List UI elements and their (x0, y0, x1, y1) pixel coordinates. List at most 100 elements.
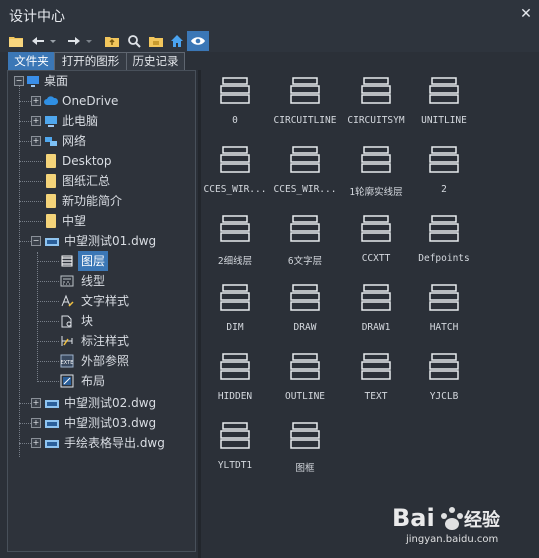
folder-tree[interactable]: − 桌面 + OneDrive + 此电脑 + 网络 Desktop 图纸汇总 … (7, 70, 196, 552)
tree-label: 新功能简介 (62, 194, 123, 208)
tree-row-network[interactable]: + 网络 (8, 131, 195, 151)
layer-name: HIDDEN (217, 391, 253, 402)
layer-item[interactable]: YJCLB (408, 346, 480, 402)
tree-label: 标注样式 (81, 334, 130, 348)
tree-row-desktop[interactable]: − 桌面 (8, 71, 195, 91)
folder-icon (46, 214, 56, 228)
layer-item[interactable]: Defpoints (408, 208, 480, 264)
tree-label: 块 (81, 314, 94, 328)
preview-toggle-button[interactable] (187, 31, 209, 51)
layer-item[interactable]: DIM (199, 277, 271, 333)
back-icon[interactable] (30, 33, 46, 49)
dwg-icon (45, 440, 59, 448)
tree-row-dimstyles[interactable]: 标注样式 (8, 331, 195, 351)
layer-item[interactable]: CCES_WIR... (269, 139, 341, 195)
layer-item[interactable]: DRAW1 (340, 277, 412, 333)
layer-item[interactable]: HIDDEN (199, 346, 271, 402)
layer-icon (429, 353, 459, 380)
tree-label: 中望测试03.dwg (64, 416, 157, 430)
layer-item[interactable]: TEXT (340, 346, 412, 402)
layer-icon (429, 146, 459, 173)
tree-row-test02-dwg[interactable]: + 中望测试02.dwg (8, 393, 195, 413)
tree-label: 布局 (81, 374, 106, 388)
expand-icon[interactable]: + (31, 418, 41, 428)
forward-dropdown-icon[interactable] (84, 33, 94, 49)
layer-item[interactable]: 图框 (269, 415, 341, 474)
layer-item[interactable]: UNITLINE (408, 70, 480, 126)
layer-item[interactable]: 1轮廓实线层 (340, 139, 412, 198)
favorites-icon[interactable] (148, 33, 164, 49)
layer-item[interactable]: 2 (408, 139, 480, 195)
layer-icon (361, 353, 391, 380)
computer-icon (45, 116, 57, 127)
layer-item[interactable]: 6文字层 (269, 208, 341, 267)
scrollbar[interactable] (531, 70, 539, 558)
layer-item[interactable]: CIRCUITSYM (340, 70, 412, 126)
folder-icon (46, 194, 56, 208)
layer-icon (429, 77, 459, 104)
tree-label: 文字样式 (81, 294, 130, 308)
forward-icon[interactable] (66, 33, 82, 49)
home-icon[interactable] (169, 33, 185, 49)
layer-item[interactable]: CIRCUITLINE (269, 70, 341, 126)
tree-row-layouts[interactable]: 布局 (8, 371, 195, 391)
tree-row-test03-dwg[interactable]: + 中望测试03.dwg (8, 413, 195, 433)
tree-row-onedrive[interactable]: + OneDrive (8, 91, 195, 111)
tree-row-zwsoft-folder[interactable]: 中望 (8, 211, 195, 231)
layer-icon (290, 353, 320, 380)
layer-item[interactable]: 2细线层 (199, 208, 271, 267)
dwg-icon (45, 400, 59, 408)
tab-history[interactable]: 历史记录 (126, 52, 185, 70)
expand-icon[interactable]: + (31, 116, 41, 126)
layer-name: 6文字层 (287, 256, 323, 267)
tree-row-handdrawn-dwg[interactable]: + 手绘表格导出.dwg (8, 433, 195, 453)
tab-open-drawings[interactable]: 打开的图形 (54, 52, 127, 70)
tree-row-layers[interactable]: 图层 (8, 251, 195, 271)
tree-row-desktop-folder[interactable]: Desktop (8, 151, 195, 171)
layer-item[interactable]: OUTLINE (269, 346, 341, 402)
tree-row-xrefs[interactable]: EXTE 外部参照 (8, 351, 195, 371)
layer-name: UNITLINE (421, 115, 467, 126)
layer-icon (429, 215, 459, 242)
expand-icon[interactable]: + (31, 136, 41, 146)
collapse-icon[interactable]: − (31, 236, 41, 246)
close-icon[interactable]: ✕ (519, 7, 533, 21)
tree-row-linetypes[interactable]: 线型 (8, 271, 195, 291)
layer-name: Defpoints (418, 253, 470, 264)
layer-item[interactable]: 0 (199, 70, 271, 126)
toolbar (0, 30, 539, 52)
expand-icon[interactable]: + (31, 398, 41, 408)
tree-label: 图层 (78, 251, 109, 271)
tree-row-blocks[interactable]: 块 (8, 311, 195, 331)
layer-item[interactable]: CCXTT (340, 208, 412, 264)
window-title: 设计中心 (9, 9, 65, 25)
search-icon[interactable] (126, 33, 142, 49)
expand-icon[interactable]: + (31, 96, 41, 106)
back-dropdown-icon[interactable] (48, 33, 58, 49)
tree-label: 中望测试01.dwg (64, 234, 157, 248)
up-folder-icon[interactable] (104, 33, 120, 49)
watermark-url: jingyan.baidu.com (406, 534, 499, 545)
load-folder-icon[interactable] (8, 33, 24, 49)
tab-folders[interactable]: 文件夹 (8, 52, 55, 70)
tree-row-textstyles[interactable]: 文字样式 (8, 291, 195, 311)
baidu-logo: Bai 经验 (392, 504, 501, 532)
tree-row-drawings-folder[interactable]: 图纸汇总 (8, 171, 195, 191)
folder-icon (46, 174, 56, 188)
layer-icon (290, 146, 320, 173)
layer-name: 2细线层 (217, 256, 253, 267)
tree-row-test01-dwg[interactable]: − 中望测试01.dwg (8, 231, 195, 251)
layer-item[interactable]: DRAW (269, 277, 341, 333)
layer-item[interactable]: HATCH (408, 277, 480, 333)
svg-text:经验: 经验 (464, 509, 501, 531)
collapse-icon[interactable]: − (14, 76, 24, 86)
dimstyle-icon (61, 336, 73, 346)
tree-label: 中望测试02.dwg (64, 396, 157, 410)
tree-row-this-pc[interactable]: + 此电脑 (8, 111, 195, 131)
layer-item[interactable]: CCES_WIR... (199, 139, 271, 195)
tree-label: 手绘表格导出.dwg (64, 436, 165, 450)
tree-row-new-features-folder[interactable]: 新功能简介 (8, 191, 195, 211)
expand-icon[interactable]: + (31, 438, 41, 448)
layer-item[interactable]: YLTDT1 (199, 415, 271, 471)
layer-icon (220, 284, 250, 311)
